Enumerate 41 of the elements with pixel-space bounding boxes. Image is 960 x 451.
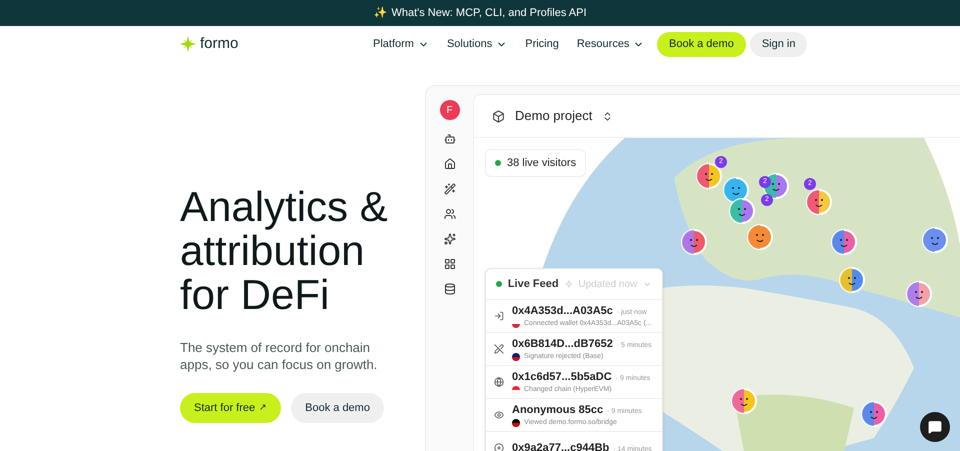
sidebar-nav-icon[interactable] bbox=[444, 158, 456, 170]
sidebar-nav-icon[interactable] bbox=[444, 183, 456, 195]
sidebar-nav-icon[interactable] bbox=[444, 233, 456, 245]
start-free-button[interactable]: Start for free ↗ bbox=[180, 393, 282, 423]
sparkle-icon: ✨ bbox=[373, 4, 388, 22]
logo-icon bbox=[180, 36, 196, 52]
book-demo-button[interactable]: Book a demo bbox=[657, 32, 746, 56]
sign-in-button[interactable]: Sign in bbox=[750, 32, 808, 56]
chat-icon bbox=[928, 420, 942, 434]
wallet-address: 0x4A353d...A03A5c bbox=[512, 304, 613, 318]
book-demo-button[interactable]: Book a demo bbox=[291, 393, 384, 423]
wallet-address: 0x9a2a77...c944Bb bbox=[512, 440, 610, 451]
sidebar-nav-icon[interactable] bbox=[444, 133, 456, 145]
event-icon bbox=[494, 410, 504, 420]
nav-link[interactable]: Solutions bbox=[446, 36, 508, 52]
hero-heading: Analytics & attribution for DeFi bbox=[180, 185, 389, 317]
user-avatar[interactable]: F bbox=[440, 100, 460, 120]
live-visitors-count: 38 live visitors bbox=[507, 156, 576, 171]
feed-title: Live Feed bbox=[508, 276, 559, 292]
nav-link[interactable]: Resources bbox=[576, 36, 644, 52]
announcement-text[interactable]: What's New: MCP, CLI, and Profiles API bbox=[391, 4, 587, 22]
wallet-address: Anonymous 85cc bbox=[512, 402, 604, 418]
flag-icon bbox=[512, 386, 520, 394]
project-name[interactable]: Demo project bbox=[515, 106, 592, 126]
cube-icon bbox=[492, 110, 505, 122]
wallet-address: 0x1c6d57...5b5aDC bbox=[512, 370, 612, 384]
brand-name[interactable]: formo bbox=[200, 32, 238, 56]
event-icon bbox=[494, 377, 504, 387]
event-icon bbox=[494, 311, 504, 321]
bolt-icon bbox=[564, 280, 572, 288]
sidebar-nav-icon[interactable] bbox=[444, 258, 456, 270]
sidebar-nav-icon[interactable] bbox=[444, 283, 456, 295]
nav-link[interactable]: Pricing bbox=[525, 36, 559, 52]
hero-subtitle: The system of record for onchain apps, so you can focus on growth. bbox=[180, 339, 378, 373]
flag-icon bbox=[512, 419, 520, 428]
event-icon bbox=[494, 443, 504, 451]
event-icon bbox=[494, 344, 504, 354]
nav-link[interactable]: Platform bbox=[373, 36, 429, 52]
sidebar-nav-icon[interactable] bbox=[444, 208, 456, 220]
wallet-address: 0x6B814D...dB7652 bbox=[512, 336, 613, 352]
flag-icon bbox=[512, 353, 520, 362]
